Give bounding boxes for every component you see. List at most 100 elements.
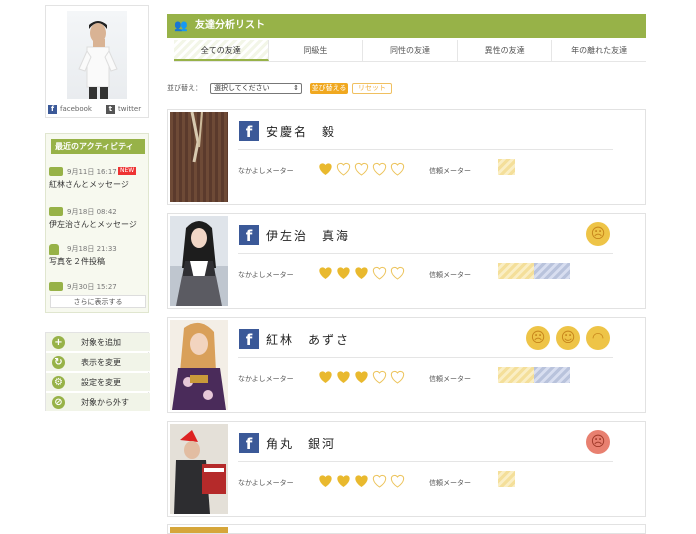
trust-meter <box>498 367 570 383</box>
heart-icon <box>390 370 405 384</box>
heart-icon <box>372 474 387 488</box>
heart-icon <box>372 370 387 384</box>
prohibited-icon: ⊘ <box>52 395 65 409</box>
facebook-icon[interactable]: f <box>239 225 259 245</box>
activity-time: 9月11日 16:17 <box>67 168 117 176</box>
add-target-button[interactable]: + 対象を追加 <box>46 333 150 352</box>
change-view-button[interactable]: ↻ 表示を変更 <box>46 353 150 372</box>
friend-name[interactable]: 安慶名 毅 <box>266 123 336 140</box>
sns-links: f facebook t twitter <box>48 103 148 115</box>
show-more-button[interactable]: さらに表示する <box>50 295 146 308</box>
sort-button[interactable]: 並び替える <box>310 82 348 94</box>
nakayoshi-label: なかよしメーター <box>238 271 294 279</box>
trust-segment <box>498 263 534 279</box>
friend-card[interactable]: f 紅林 あずさ ☹ ☺ ◠ なかよしメーター 信頼メーター <box>167 317 646 413</box>
activity-time: 9月30日 15:27 <box>67 283 117 291</box>
angry-face-icon[interactable]: ☹ <box>586 430 610 454</box>
friend-photo[interactable] <box>170 424 228 514</box>
heart-icon <box>337 371 350 383</box>
happy-face-icon[interactable]: ◠ <box>586 326 610 350</box>
heart-icon <box>390 162 405 176</box>
shinrai-label: 信頼メーター <box>429 375 471 383</box>
facebook-icon[interactable]: f <box>48 104 57 114</box>
trust-segment <box>534 367 570 383</box>
tab-age-gap[interactable]: 年の離れた友達 <box>552 40 646 61</box>
gear-icon: ⚙ <box>52 375 65 389</box>
action-label: 対象を追加 <box>81 337 121 347</box>
surprised-face-icon[interactable]: ☺ <box>556 326 580 350</box>
nakayoshi-label: なかよしメーター <box>238 375 294 383</box>
tab-all-friends[interactable]: 全ての友達 <box>174 40 269 61</box>
remove-target-button[interactable]: ⊘ 対象から外す <box>46 393 150 412</box>
activity-text: 伊左治さんとメッセージ <box>49 220 137 229</box>
reset-button[interactable]: リセット <box>352 82 392 94</box>
activity-text: 紅林さんとメッセージ <box>49 180 129 189</box>
friend-name[interactable]: 紅林 あずさ <box>266 331 350 348</box>
action-label: 設定を変更 <box>81 377 121 387</box>
refresh-icon: ↻ <box>52 355 65 369</box>
heart-icon <box>337 267 350 279</box>
divider <box>238 357 613 358</box>
sad-face-icon[interactable]: ☹ <box>586 222 610 246</box>
heart-icon <box>355 475 368 487</box>
shinrai-label: 信頼メーター <box>429 167 471 175</box>
activity-item[interactable]: 9月18日 21:33 写真を２件投稿 <box>49 244 147 279</box>
tab-opposite-gender[interactable]: 異性の友達 <box>457 40 553 61</box>
friend-name[interactable]: 角丸 銀河 <box>266 435 336 452</box>
page-title: 友達分析リスト <box>195 20 265 31</box>
sort-select[interactable]: 選択してください <box>210 82 302 94</box>
friend-card[interactable]: f 伊左治 真海 ☹ なかよしメーター 信頼メーター <box>167 213 646 309</box>
activity-title: 最近のアクティビティ <box>51 139 145 154</box>
new-badge: NEW <box>118 167 137 175</box>
friend-photo[interactable] <box>170 527 228 533</box>
friend-tabs: 全ての友達 同級生 同性の友達 異性の友達 年の離れた友達 <box>174 40 646 62</box>
activity-time: 9月18日 21:33 <box>67 245 117 253</box>
heart-icon <box>319 267 332 279</box>
sort-label: 並び替え： <box>167 84 202 92</box>
divider <box>238 253 613 254</box>
facebook-icon[interactable]: f <box>239 121 259 141</box>
heart-icon <box>319 475 332 487</box>
nakayoshi-label: なかよしメーター <box>238 479 294 487</box>
facebook-link[interactable]: facebook <box>60 105 92 113</box>
nakayoshi-hearts <box>318 266 408 280</box>
activity-item[interactable]: 9月30日 15:27 <box>49 282 147 294</box>
profile-photo[interactable] <box>67 11 127 99</box>
activity-item[interactable]: 9月11日 16:17 NEW 紅林さんとメッセージ <box>49 167 147 202</box>
shinrai-label: 信頼メーター <box>429 271 471 279</box>
friend-photo[interactable] <box>170 216 228 306</box>
twitter-link[interactable]: twitter <box>118 105 141 113</box>
trust-meter <box>498 471 515 487</box>
trust-segment <box>498 367 534 383</box>
trust-meter <box>498 159 515 175</box>
activity-time: 9月18日 08:42 <box>67 208 117 216</box>
divider <box>238 461 613 462</box>
message-icon <box>49 282 63 291</box>
shinrai-label: 信頼メーター <box>429 479 471 487</box>
heart-icon <box>372 162 387 176</box>
heart-icon <box>354 162 369 176</box>
action-menu: + 対象を追加 ↻ 表示を変更 ⚙ 設定を変更 ⊘ 対象から外す <box>45 332 150 412</box>
friend-card[interactable]: f 安慶名 毅 なかよしメーター 信頼メーター <box>167 109 646 205</box>
tab-classmates[interactable]: 同級生 <box>268 40 364 61</box>
change-settings-button[interactable]: ⚙ 設定を変更 <box>46 373 150 392</box>
friend-photo[interactable] <box>170 112 228 202</box>
activity-text: 写真を２件投稿 <box>49 257 105 266</box>
friend-card[interactable] <box>167 524 646 534</box>
trust-segment <box>534 263 570 279</box>
action-label: 対象から外す <box>81 397 129 407</box>
sad-face-icon[interactable]: ☹ <box>526 326 550 350</box>
friend-photo[interactable] <box>170 320 228 410</box>
nakayoshi-label: なかよしメーター <box>238 167 294 175</box>
heart-icon <box>372 266 387 280</box>
twitter-icon[interactable]: t <box>105 104 115 114</box>
lock-icon <box>49 244 59 255</box>
friend-name[interactable]: 伊左治 真海 <box>266 227 350 244</box>
friend-card[interactable]: f 角丸 銀河 ☹ なかよしメーター 信頼メーター <box>167 421 646 517</box>
heart-icon <box>355 267 368 279</box>
tab-same-gender[interactable]: 同性の友達 <box>363 40 458 61</box>
activity-panel: 最近のアクティビティ 9月11日 16:17 NEW 紅林さんとメッセージ 9月… <box>45 133 149 313</box>
facebook-icon[interactable]: f <box>239 433 259 453</box>
facebook-icon[interactable]: f <box>239 329 259 349</box>
activity-item[interactable]: 9月18日 08:42 伊左治さんとメッセージ <box>49 207 147 242</box>
